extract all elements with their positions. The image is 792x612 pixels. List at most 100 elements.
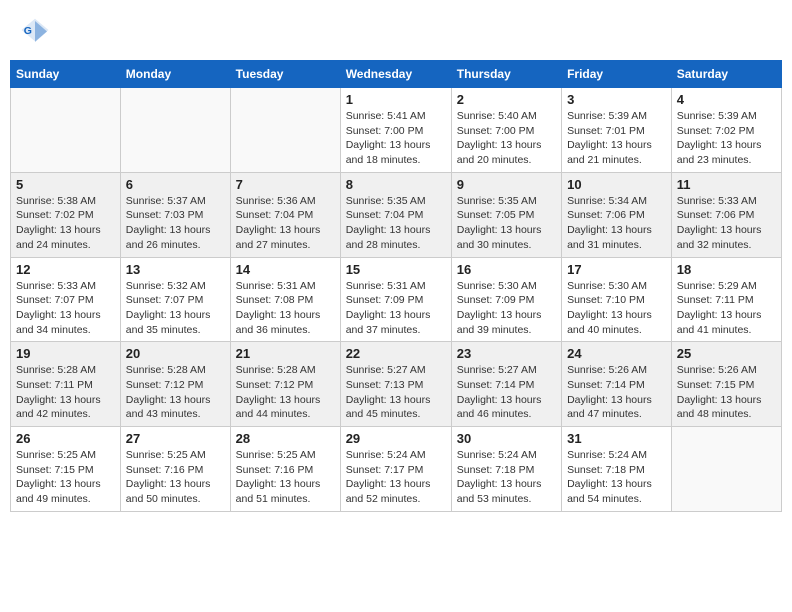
calendar-day-cell: 13 Sunrise: 5:32 AM Sunset: 7:07 PM Dayli… xyxy=(120,257,230,342)
day-number: 13 xyxy=(126,262,225,277)
day-number: 11 xyxy=(677,177,776,192)
calendar-day-cell xyxy=(671,427,781,512)
day-number: 24 xyxy=(567,346,666,361)
calendar-day-cell: 25 Sunrise: 5:26 AM Sunset: 7:15 PM Dayli… xyxy=(671,342,781,427)
day-number: 28 xyxy=(236,431,335,446)
day-number: 7 xyxy=(236,177,335,192)
day-number: 29 xyxy=(346,431,446,446)
calendar-day-cell: 9 Sunrise: 5:35 AM Sunset: 7:05 PM Daylig… xyxy=(451,172,561,257)
day-number: 6 xyxy=(126,177,225,192)
calendar-day-cell: 26Sunrise: 5:25 AM Sunset: 7:15 PM Dayli… xyxy=(11,427,121,512)
day-info: Sunrise: 5:39 AM Sunset: 7:02 PM Dayligh… xyxy=(677,109,776,168)
day-info: Sunrise: 5:41 AM Sunset: 7:00 PM Dayligh… xyxy=(346,109,446,168)
day-info: Sunrise: 5:30 AM Sunset: 7:10 PM Dayligh… xyxy=(567,279,666,338)
weekday-header-monday: Monday xyxy=(120,61,230,88)
day-info: Sunrise: 5:28 AM Sunset: 7:11 PM Dayligh… xyxy=(16,363,115,422)
calendar-day-cell: 23 Sunrise: 5:27 AM Sunset: 7:14 PM Dayli… xyxy=(451,342,561,427)
day-info: Sunrise: 5:28 AM Sunset: 7:12 PM Dayligh… xyxy=(126,363,225,422)
day-number: 23 xyxy=(457,346,556,361)
day-info: Sunrise: 5:36 AM Sunset: 7:04 PM Dayligh… xyxy=(236,194,335,253)
day-info: Sunrise: 5:35 AM Sunset: 7:05 PM Dayligh… xyxy=(457,194,556,253)
day-number: 25 xyxy=(677,346,776,361)
calendar-day-cell xyxy=(230,88,340,173)
day-info: Sunrise: 5:25 AM Sunset: 7:16 PM Dayligh… xyxy=(236,448,335,507)
day-info: Sunrise: 5:35 AM Sunset: 7:04 PM Dayligh… xyxy=(346,194,446,253)
calendar-table: SundayMondayTuesdayWednesdayThursdayFrid… xyxy=(10,60,782,512)
logo-icon: G xyxy=(20,15,50,45)
day-info: Sunrise: 5:28 AM Sunset: 7:12 PM Dayligh… xyxy=(236,363,335,422)
day-info: Sunrise: 5:29 AM Sunset: 7:11 PM Dayligh… xyxy=(677,279,776,338)
calendar-day-cell: 7 Sunrise: 5:36 AM Sunset: 7:04 PM Daylig… xyxy=(230,172,340,257)
calendar-day-cell: 30 Sunrise: 5:24 AM Sunset: 7:18 PM Dayli… xyxy=(451,427,561,512)
calendar-day-cell: 5 Sunrise: 5:38 AM Sunset: 7:02 PM Daylig… xyxy=(11,172,121,257)
calendar-day-cell: 1 Sunrise: 5:41 AM Sunset: 7:00 PM Daylig… xyxy=(340,88,451,173)
day-info: Sunrise: 5:38 AM Sunset: 7:02 PM Dayligh… xyxy=(16,194,115,253)
calendar-day-cell: 6 Sunrise: 5:37 AM Sunset: 7:03 PM Daylig… xyxy=(120,172,230,257)
weekday-header-friday: Friday xyxy=(562,61,672,88)
calendar-day-cell: 14 Sunrise: 5:31 AM Sunset: 7:08 PM Dayli… xyxy=(230,257,340,342)
day-number: 16 xyxy=(457,262,556,277)
day-number: 14 xyxy=(236,262,335,277)
calendar-day-cell: 27 Sunrise: 5:25 AM Sunset: 7:16 PM Dayli… xyxy=(120,427,230,512)
day-info: Sunrise: 5:33 AM Sunset: 7:07 PM Dayligh… xyxy=(16,279,115,338)
logo: G xyxy=(20,15,54,45)
calendar-day-cell: 3Sunrise: 5:39 AM Sunset: 7:01 PM Daylig… xyxy=(562,88,672,173)
day-info: Sunrise: 5:24 AM Sunset: 7:18 PM Dayligh… xyxy=(567,448,666,507)
day-number: 20 xyxy=(126,346,225,361)
day-number: 5 xyxy=(16,177,115,192)
calendar-week-row: 19 Sunrise: 5:28 AM Sunset: 7:11 PM Dayli… xyxy=(11,342,782,427)
day-info: Sunrise: 5:32 AM Sunset: 7:07 PM Dayligh… xyxy=(126,279,225,338)
calendar-day-cell: 8Sunrise: 5:35 AM Sunset: 7:04 PM Daylig… xyxy=(340,172,451,257)
day-info: Sunrise: 5:24 AM Sunset: 7:18 PM Dayligh… xyxy=(457,448,556,507)
weekday-header-row: SundayMondayTuesdayWednesdayThursdayFrid… xyxy=(11,61,782,88)
day-info: Sunrise: 5:27 AM Sunset: 7:14 PM Dayligh… xyxy=(457,363,556,422)
weekday-header-saturday: Saturday xyxy=(671,61,781,88)
day-info: Sunrise: 5:34 AM Sunset: 7:06 PM Dayligh… xyxy=(567,194,666,253)
page-header: G xyxy=(10,10,782,50)
calendar-day-cell: 21Sunrise: 5:28 AM Sunset: 7:12 PM Dayli… xyxy=(230,342,340,427)
day-info: Sunrise: 5:26 AM Sunset: 7:14 PM Dayligh… xyxy=(567,363,666,422)
calendar-day-cell: 10 Sunrise: 5:34 AM Sunset: 7:06 PM Dayli… xyxy=(562,172,672,257)
day-number: 9 xyxy=(457,177,556,192)
day-info: Sunrise: 5:31 AM Sunset: 7:09 PM Dayligh… xyxy=(346,279,446,338)
day-number: 10 xyxy=(567,177,666,192)
day-number: 19 xyxy=(16,346,115,361)
day-info: Sunrise: 5:37 AM Sunset: 7:03 PM Dayligh… xyxy=(126,194,225,253)
day-number: 22 xyxy=(346,346,446,361)
calendar-day-cell: 18Sunrise: 5:29 AM Sunset: 7:11 PM Dayli… xyxy=(671,257,781,342)
calendar-day-cell: 24 Sunrise: 5:26 AM Sunset: 7:14 PM Dayli… xyxy=(562,342,672,427)
day-info: Sunrise: 5:39 AM Sunset: 7:01 PM Dayligh… xyxy=(567,109,666,168)
day-number: 17 xyxy=(567,262,666,277)
weekday-header-wednesday: Wednesday xyxy=(340,61,451,88)
calendar-week-row: 5 Sunrise: 5:38 AM Sunset: 7:02 PM Daylig… xyxy=(11,172,782,257)
calendar-week-row: 26Sunrise: 5:25 AM Sunset: 7:15 PM Dayli… xyxy=(11,427,782,512)
calendar-week-row: 1 Sunrise: 5:41 AM Sunset: 7:00 PM Daylig… xyxy=(11,88,782,173)
day-number: 27 xyxy=(126,431,225,446)
day-info: Sunrise: 5:33 AM Sunset: 7:06 PM Dayligh… xyxy=(677,194,776,253)
day-number: 12 xyxy=(16,262,115,277)
day-number: 1 xyxy=(346,92,446,107)
calendar-day-cell: 12 Sunrise: 5:33 AM Sunset: 7:07 PM Dayli… xyxy=(11,257,121,342)
day-info: Sunrise: 5:30 AM Sunset: 7:09 PM Dayligh… xyxy=(457,279,556,338)
day-number: 4 xyxy=(677,92,776,107)
calendar-day-cell: 22 Sunrise: 5:27 AM Sunset: 7:13 PM Dayli… xyxy=(340,342,451,427)
calendar-week-row: 12 Sunrise: 5:33 AM Sunset: 7:07 PM Dayli… xyxy=(11,257,782,342)
day-number: 26 xyxy=(16,431,115,446)
calendar-day-cell: 19 Sunrise: 5:28 AM Sunset: 7:11 PM Dayli… xyxy=(11,342,121,427)
day-info: Sunrise: 5:27 AM Sunset: 7:13 PM Dayligh… xyxy=(346,363,446,422)
calendar-day-cell: 11 Sunrise: 5:33 AM Sunset: 7:06 PM Dayli… xyxy=(671,172,781,257)
calendar-day-cell: 16 Sunrise: 5:30 AM Sunset: 7:09 PM Dayli… xyxy=(451,257,561,342)
day-info: Sunrise: 5:26 AM Sunset: 7:15 PM Dayligh… xyxy=(677,363,776,422)
day-info: Sunrise: 5:31 AM Sunset: 7:08 PM Dayligh… xyxy=(236,279,335,338)
calendar-day-cell xyxy=(11,88,121,173)
weekday-header-thursday: Thursday xyxy=(451,61,561,88)
calendar-day-cell xyxy=(120,88,230,173)
day-info: Sunrise: 5:25 AM Sunset: 7:16 PM Dayligh… xyxy=(126,448,225,507)
calendar-day-cell: 4 Sunrise: 5:39 AM Sunset: 7:02 PM Daylig… xyxy=(671,88,781,173)
weekday-header-sunday: Sunday xyxy=(11,61,121,88)
weekday-header-tuesday: Tuesday xyxy=(230,61,340,88)
day-number: 30 xyxy=(457,431,556,446)
day-number: 2 xyxy=(457,92,556,107)
calendar-day-cell: 28 Sunrise: 5:25 AM Sunset: 7:16 PM Dayli… xyxy=(230,427,340,512)
svg-text:G: G xyxy=(24,25,32,37)
